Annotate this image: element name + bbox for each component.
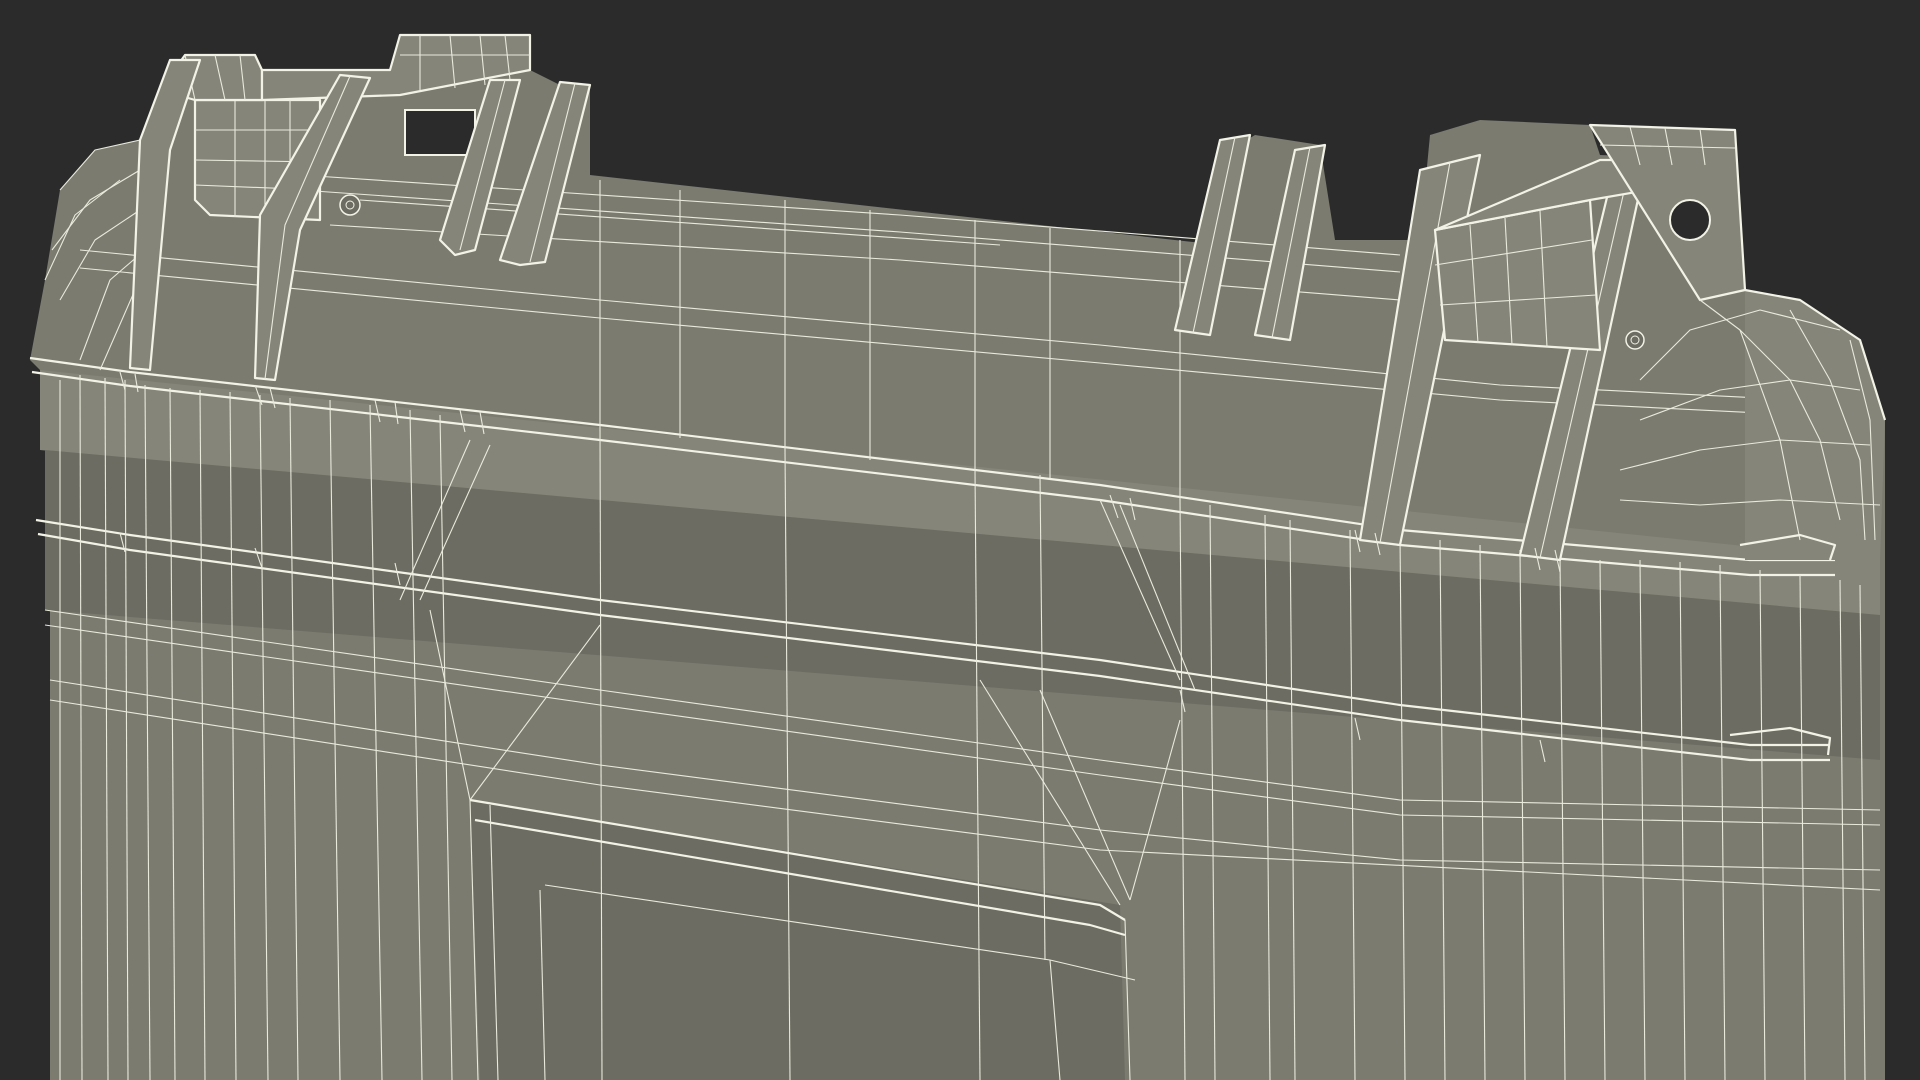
wireframe-case-render: [29, 33, 1887, 1080]
hinge-pin: [1625, 330, 1645, 350]
hinge-pin: [339, 194, 361, 216]
lock-hole: [1669, 199, 1711, 241]
render-viewport: [0, 0, 1920, 1080]
